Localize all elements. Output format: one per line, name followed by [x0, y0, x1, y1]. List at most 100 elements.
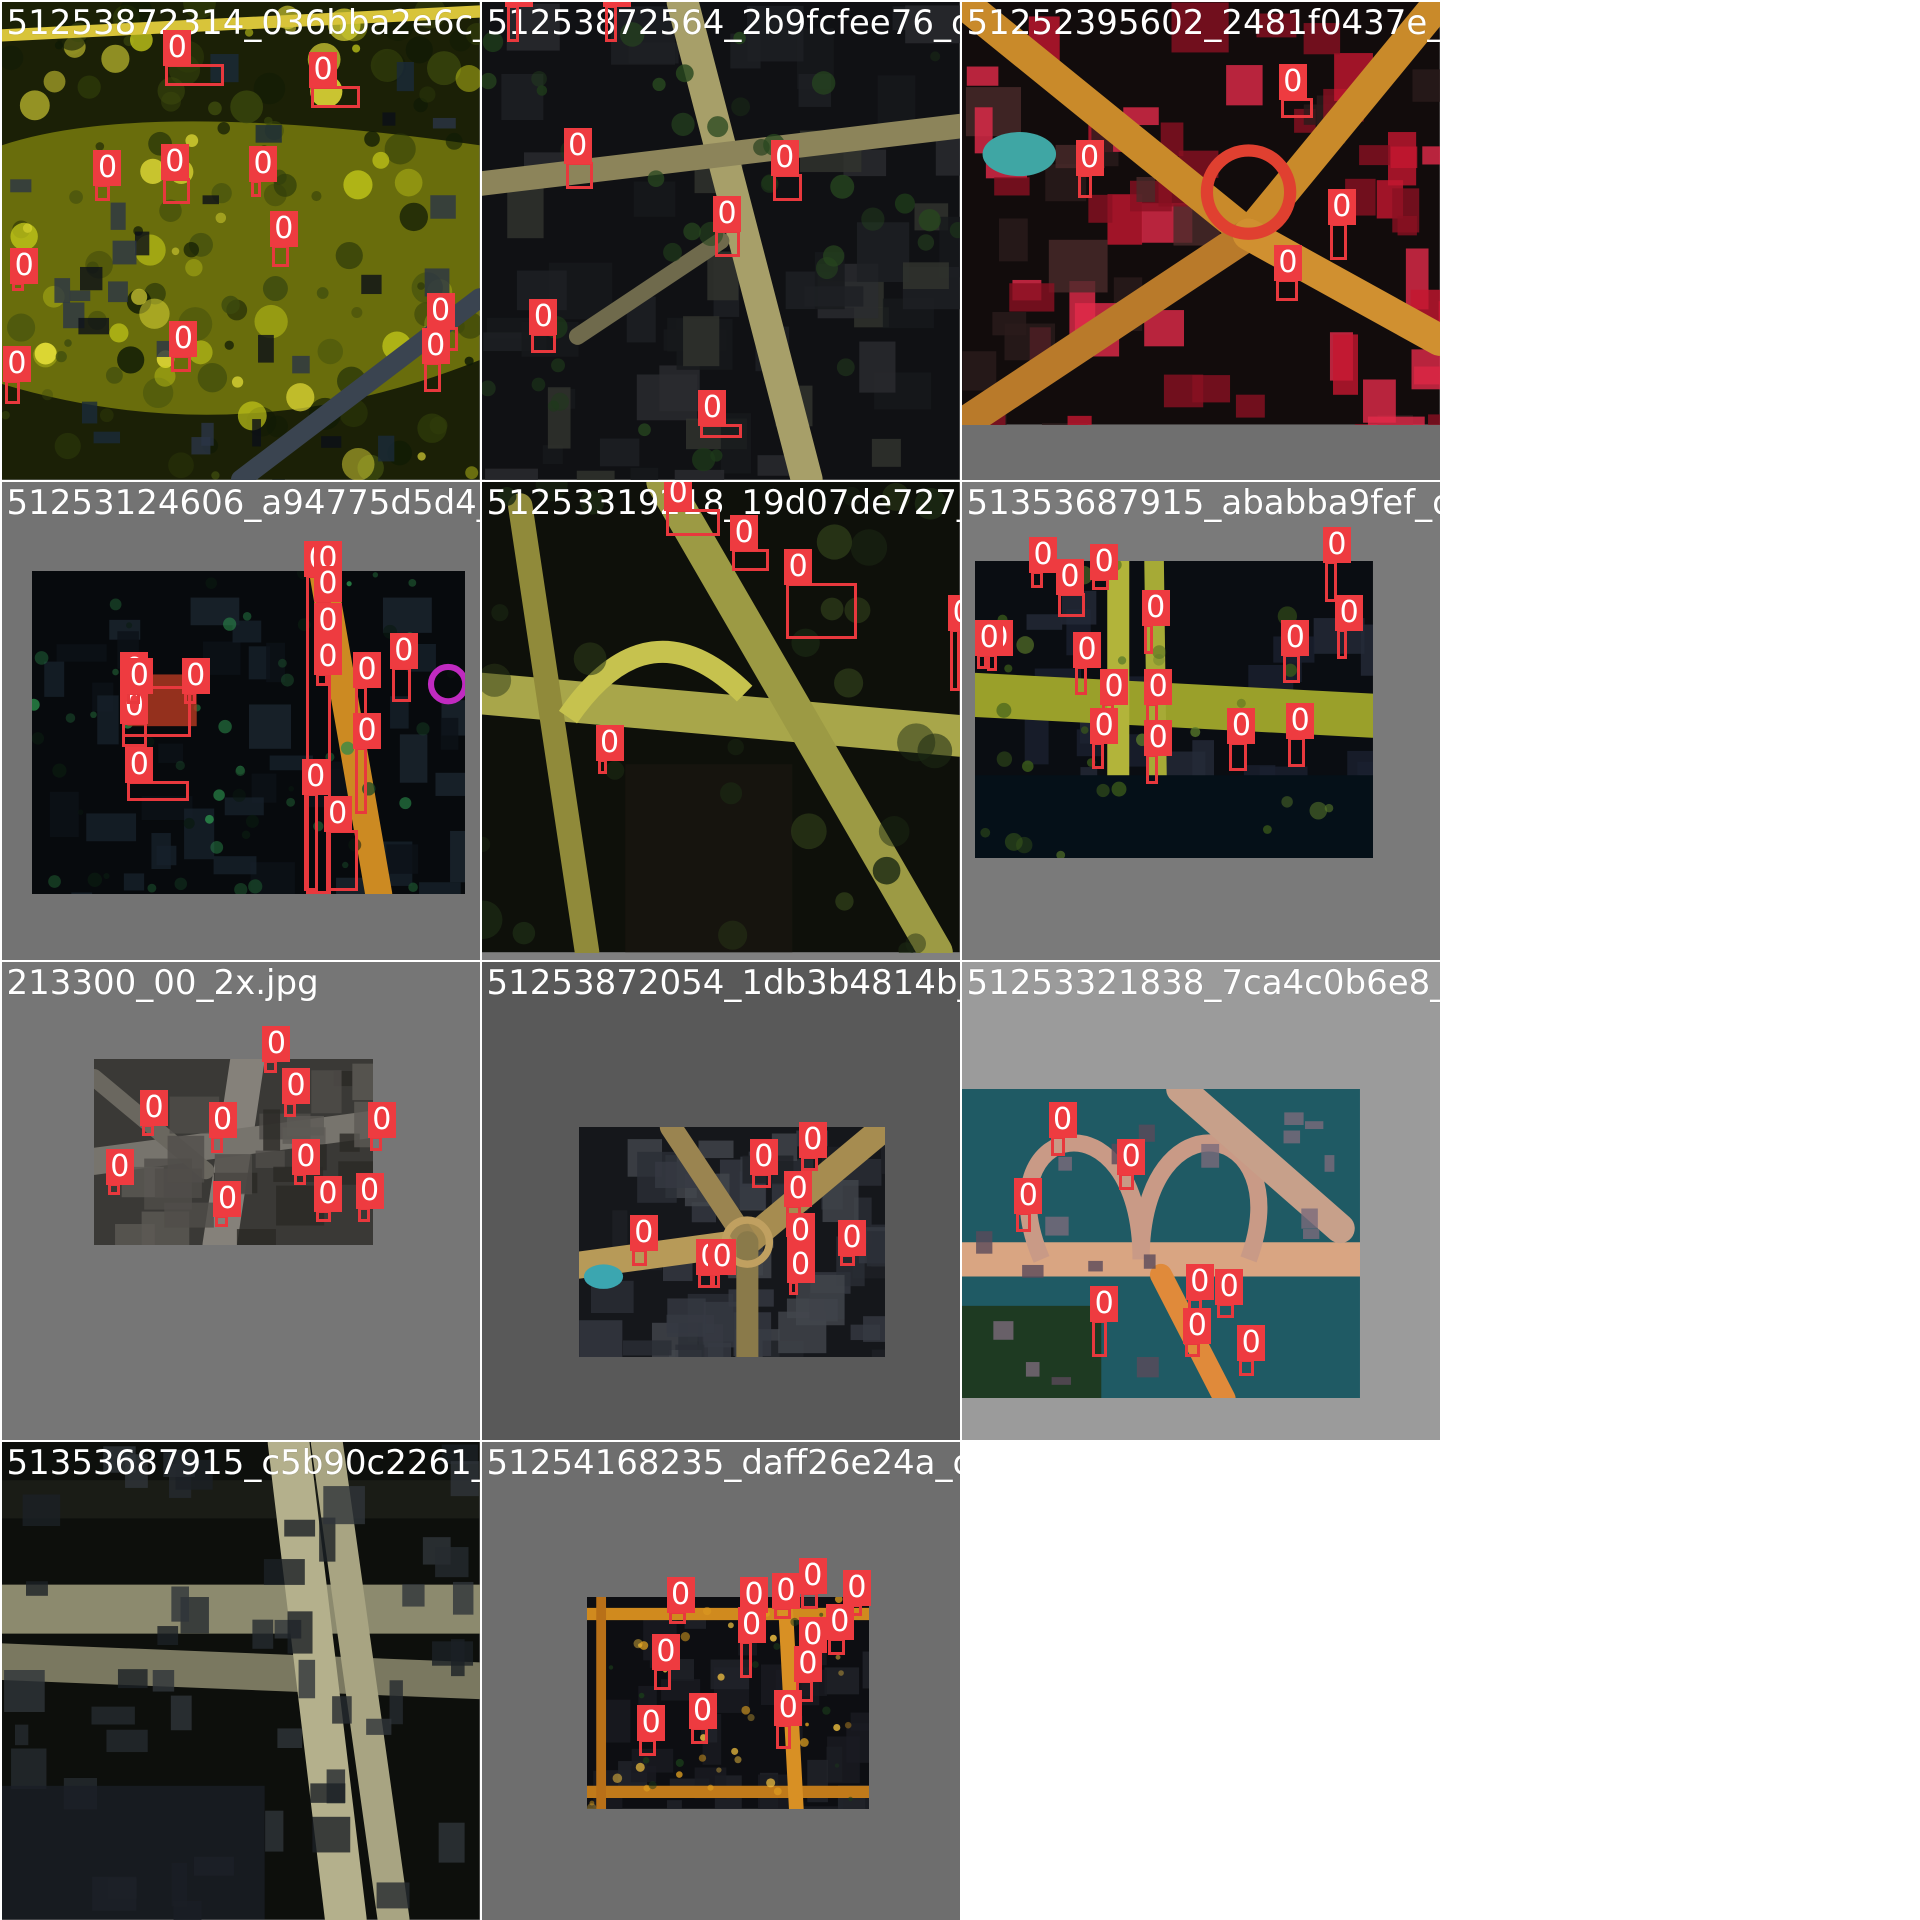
bounding-box-outline — [423, 362, 441, 392]
detection-box: 0 — [353, 712, 382, 815]
detection-box: 0 — [313, 1175, 342, 1223]
class-label: 0 — [313, 602, 342, 639]
class-label: 0 — [10, 247, 39, 284]
class-label: 0 — [1090, 543, 1119, 580]
mosaic-tile: 51253872314_036bba2e6c_o.jpg00000000000 — [2, 2, 480, 480]
class-label: 0 — [1278, 63, 1307, 100]
bounding-box-outline — [715, 230, 740, 258]
bounding-box-outline — [666, 509, 720, 537]
detection-box: 0 — [595, 725, 624, 774]
class-label: 0 — [786, 1212, 815, 1249]
detection-box: 0 — [125, 657, 154, 705]
bounding-box-outline — [690, 1726, 708, 1744]
detection-box: 0 — [651, 1633, 680, 1690]
bounding-box-outline — [210, 1136, 223, 1154]
detection-box: 0 — [10, 247, 39, 292]
mosaic-tile: 51353687915_c5b90c2261_o.jpg — [2, 1442, 480, 1920]
class-label: 0 — [249, 145, 277, 182]
image-filename: 51253319218_19d07de727_o.jpg — [486, 483, 960, 524]
image-filename: 51254168235_daff26e24a_o.jpg — [486, 1443, 960, 1484]
detection-box: 0 — [825, 1604, 854, 1656]
detection-box: 0 — [774, 1690, 803, 1749]
bounding-box-outline — [369, 1136, 383, 1151]
bounding-box-outline — [1239, 1359, 1254, 1377]
detection-box: 0 — [1141, 590, 1170, 654]
bounding-box-outline — [751, 1173, 772, 1188]
class-label: 0 — [595, 725, 624, 762]
detection-box: 0 — [213, 1180, 242, 1227]
detection-box: 0 — [355, 1173, 384, 1223]
detection-box: 0 — [786, 1246, 815, 1296]
detection-box: 0 — [770, 139, 803, 201]
class-label: 0 — [313, 639, 342, 676]
class-label: 0 — [1117, 1139, 1146, 1176]
detection-box: 0 — [1281, 619, 1310, 684]
detection-box: 0 — [504, 2, 533, 42]
class-label: 0 — [1322, 526, 1351, 563]
bounding-box-outline — [1075, 666, 1088, 696]
class-label: 0 — [698, 389, 727, 426]
detection-box: 0 — [2, 345, 31, 405]
class-label: 0 — [1144, 668, 1173, 705]
bounding-box-outline — [171, 355, 191, 373]
mosaic-tile: 51353687915_ababba9fef_o.jpg000000000000… — [962, 482, 1440, 960]
bounding-box-outline — [800, 1591, 818, 1609]
class-label: 0 — [353, 651, 382, 688]
class-label: 0 — [1014, 1178, 1043, 1215]
detection-box: 0 — [1183, 1308, 1212, 1357]
detection-box: 0 — [1014, 1178, 1043, 1232]
bounding-box-outline — [739, 1640, 752, 1678]
bounding-box-outline — [311, 85, 360, 108]
bounding-box-outline — [1283, 653, 1301, 684]
class-label: 0 — [737, 1606, 766, 1643]
bounding-box-outline — [355, 746, 368, 815]
mosaic-tile: 213300_00_2x.jpg 0 0 0 0 0 0 0 0 0 0 — [2, 962, 480, 1440]
class-label: 0 — [291, 1139, 320, 1176]
bounding-box-outline — [4, 379, 20, 405]
class-label: 0 — [1055, 558, 1084, 595]
image-filename: 51252395602_2481f0437e_o.jpg — [966, 3, 1440, 44]
detection-box: 0 — [1273, 245, 1302, 302]
bounding-box-outline — [1143, 624, 1154, 654]
bounding-box-outline — [700, 423, 743, 439]
mosaic-tile: 51253872564_2b9fcfee76_o.jpg0000000 — [482, 2, 960, 480]
bounding-box-outline — [95, 183, 111, 201]
bounding-box-outline — [1050, 1136, 1066, 1156]
bounding-box-outline — [631, 1248, 647, 1267]
class-label: 0 — [786, 1246, 815, 1283]
detection-box: 0 — [291, 1139, 320, 1186]
class-label: 0 — [1286, 703, 1315, 740]
class-label: 0 — [323, 796, 352, 833]
bounding-box-outline — [1217, 1302, 1235, 1318]
class-label: 0 — [1075, 139, 1104, 176]
bounding-box-outline — [1016, 1212, 1031, 1232]
class-label: 0 — [1185, 1263, 1214, 1300]
class-label: 0 — [774, 1690, 803, 1727]
detection-box: 0 — [771, 1572, 800, 1619]
detection-box: 0 — [798, 1557, 827, 1609]
class-label: 0 — [784, 1170, 813, 1207]
detection-box: 0 — [1335, 595, 1364, 659]
class-label: 0 — [1215, 1268, 1244, 1305]
detection-box: 0 — [1278, 63, 1313, 118]
detection-box: 0 — [323, 796, 358, 892]
class-label: 0 — [181, 657, 210, 694]
mosaic-tile: 51253321838_7ca4c0b6e8_o.jpg00000000 — [962, 962, 1440, 1440]
bounding-box-outline — [391, 667, 412, 702]
class-label: 0 — [1327, 188, 1356, 225]
detection-box: 0 — [975, 619, 1004, 669]
detection-box: 0 — [125, 747, 189, 801]
bounding-box-outline — [1031, 570, 1044, 588]
class-label: 0 — [426, 292, 455, 329]
bounding-box-outline — [1057, 592, 1085, 618]
detection-box: 0 — [389, 633, 418, 702]
bounding-box-outline — [597, 759, 608, 774]
class-label: 0 — [313, 565, 342, 602]
detection-box: 0 — [163, 29, 225, 86]
detection-box: 0 — [784, 548, 858, 640]
aerial-photo — [962, 1088, 1361, 1399]
detection-box: 0 — [309, 51, 360, 108]
image-filename: 51253124606_a94775d5d4_o.jpg — [6, 483, 480, 524]
detection-box: 0 — [282, 1068, 311, 1117]
bounding-box-outline — [732, 548, 769, 571]
